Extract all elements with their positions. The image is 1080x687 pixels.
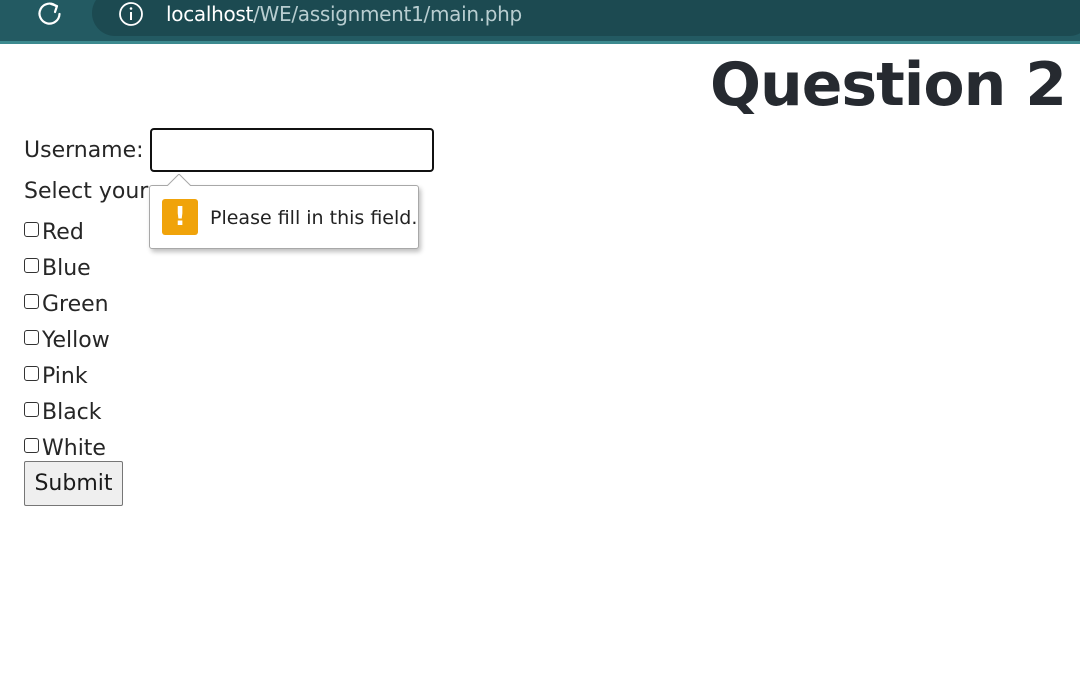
color-label-red: Red	[42, 219, 84, 245]
color-option-pink[interactable]: Pink	[24, 358, 110, 394]
tooltip-arrow	[167, 174, 191, 186]
checkbox-black[interactable]	[24, 401, 39, 417]
browser-toolbar: localhost/WE/assignment1/main.php	[0, 0, 1080, 44]
checkbox-white[interactable]	[24, 437, 39, 453]
address-url[interactable]: localhost/WE/assignment1/main.php	[166, 1, 522, 27]
username-input[interactable]	[149, 128, 434, 172]
color-label-white: White	[42, 435, 106, 461]
color-label-yellow: Yellow	[42, 327, 110, 353]
color-option-yellow[interactable]: Yellow	[24, 322, 110, 358]
checkbox-blue[interactable]	[24, 257, 39, 273]
info-icon[interactable]	[118, 1, 144, 27]
color-label-blue: Blue	[42, 255, 91, 281]
color-option-blue[interactable]: Blue	[24, 250, 110, 286]
color-option-green[interactable]: Green	[24, 286, 110, 322]
page-title: Question 2	[710, 50, 1067, 120]
url-host: localhost	[166, 2, 254, 26]
checkbox-yellow[interactable]	[24, 329, 39, 345]
validation-message: Please fill in this field.	[210, 207, 418, 229]
color-label-black: Black	[42, 399, 102, 425]
color-option-red[interactable]: Red	[24, 214, 110, 250]
checkbox-pink[interactable]	[24, 365, 39, 381]
color-checkbox-list: Red Blue Green Yellow Pink Black White	[24, 214, 110, 466]
reload-icon[interactable]	[34, 0, 66, 30]
validation-tooltip: ! Please fill in this field.	[149, 174, 419, 249]
color-label-pink: Pink	[42, 363, 88, 389]
username-label: Username:	[24, 137, 144, 163]
select-color-label: Select your	[24, 179, 149, 204]
username-row: Username:	[24, 128, 434, 172]
color-option-black[interactable]: Black	[24, 394, 110, 430]
checkbox-red[interactable]	[24, 221, 39, 237]
checkbox-green[interactable]	[24, 293, 39, 309]
url-path: /WE/assignment1/main.php	[253, 2, 522, 26]
warning-icon: !	[162, 199, 198, 235]
submit-button[interactable]: Submit	[24, 461, 123, 506]
color-label-green: Green	[42, 291, 109, 317]
